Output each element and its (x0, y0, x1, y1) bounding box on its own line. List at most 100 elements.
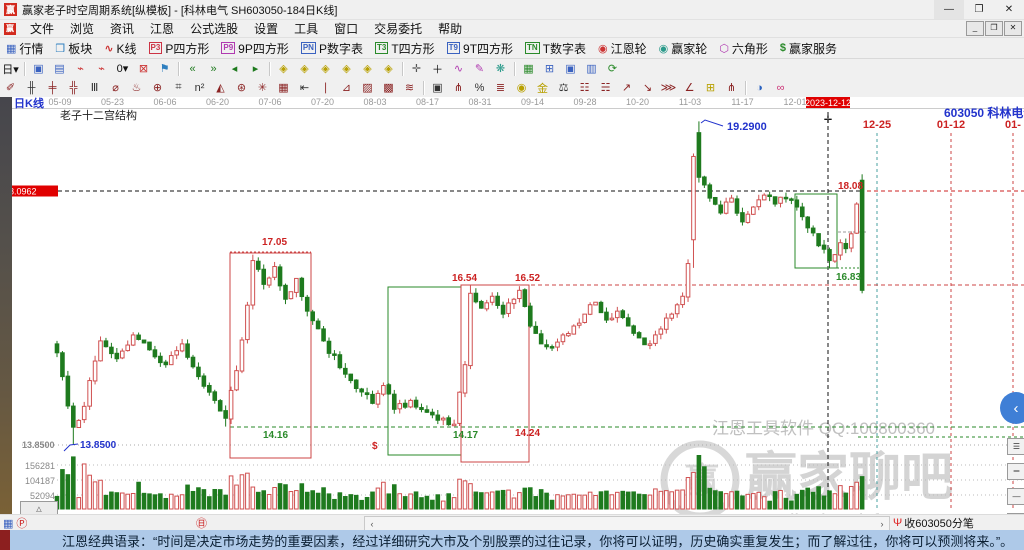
balance-icon[interactable]: ⚖ (554, 79, 573, 97)
bracket-icon[interactable]: ⇤ (295, 79, 314, 97)
toolbar-button-p-number-table[interactable]: PN P数字表 (297, 40, 367, 57)
pan-hand-icon[interactable]: ✛ (407, 60, 426, 78)
gann-diamond-1-icon[interactable]: ◈ (274, 60, 293, 78)
gann-diamond-5-icon[interactable]: ◈ (358, 60, 377, 78)
zoom-frame-icon[interactable]: ▣ (29, 60, 48, 78)
zigzag-icon[interactable]: ∿ (449, 60, 468, 78)
toolbar-button-t-square[interactable]: T3 T四方形 (371, 40, 439, 57)
menu-4[interactable]: 公式选股 (182, 21, 246, 37)
hot-icon[interactable]: ♨ (127, 79, 146, 97)
minimize-button[interactable]: — (934, 0, 964, 19)
trigram-a-icon[interactable]: ☷ (575, 79, 594, 97)
angle-down-icon[interactable]: ↘ (638, 79, 657, 97)
knot-icon[interactable]: ❋ (491, 60, 510, 78)
toolbar-button-sector-blocks[interactable]: ❒ 板块 (51, 40, 96, 57)
menu-1[interactable]: 浏览 (62, 21, 102, 37)
side-nav-back-button[interactable]: ‹ (1000, 392, 1024, 424)
scale-2-lines-button[interactable]: ＝ (1007, 463, 1024, 480)
hatch-b-icon[interactable]: ▩ (379, 79, 398, 97)
ruler-icon[interactable]: ⌗ (169, 79, 188, 97)
menu-3[interactable]: 江恩 (142, 21, 182, 37)
menu-2[interactable]: 资讯 (102, 21, 142, 37)
spiral-icon[interactable]: ⌀ (106, 79, 125, 97)
star-icon[interactable]: ✳ (253, 79, 272, 97)
percent-icon[interactable]: % (470, 79, 489, 97)
grid-gold-icon[interactable]: ⊞ (701, 79, 720, 97)
pencil-icon[interactable]: ✎ (470, 60, 489, 78)
yin-yang-icon[interactable]: ◑ (750, 79, 769, 97)
toolbar-button-hexagon[interactable]: ⬡ 六角形 (715, 40, 772, 57)
gold-icon[interactable]: 金 (533, 79, 552, 97)
gann-diamond-3-icon[interactable]: ◈ (316, 60, 335, 78)
scroll-left-button[interactable]: ‹ (365, 517, 379, 530)
horizontal-scrollbar[interactable]: ‹ › (364, 516, 890, 531)
toolbar-button-market-grid[interactable]: ▦ 行情 (2, 40, 47, 57)
gann-diamond-6-icon[interactable]: ◈ (379, 60, 398, 78)
hatch-a-icon[interactable]: ▨ (358, 79, 377, 97)
next-bar-icon[interactable]: ▸ (246, 60, 265, 78)
calendar-icon[interactable]: ▦ (519, 60, 538, 78)
toolbar-button-t-number-table[interactable]: TN T数字表 (521, 40, 590, 57)
speed-lines-icon[interactable]: ⋙ (659, 79, 678, 97)
grid-icon[interactable]: ▦ (3, 517, 13, 530)
gann-lines-icon[interactable]: Ⅲ (85, 79, 104, 97)
angle-icon[interactable]: ⊿ (337, 79, 356, 97)
menu-8[interactable]: 交易委托 (366, 21, 430, 37)
trend-b-icon[interactable]: ⌁ (92, 60, 111, 78)
period-day-dropdown[interactable]: 日▾ (1, 60, 20, 78)
pen-icon[interactable]: ✐ (1, 79, 20, 97)
export-icon[interactable]: ▥ (582, 60, 601, 78)
wedge-icon[interactable]: ∠ (680, 79, 699, 97)
levels-icon[interactable]: ≣ (491, 79, 510, 97)
toolbar-button-p-square[interactable]: P3 P四方形 (145, 40, 214, 57)
mid-seal-icon[interactable]: ㊐ (196, 515, 207, 531)
n2-icon[interactable]: n² (190, 79, 209, 97)
mdi-close-button[interactable]: ✕ (1004, 21, 1022, 36)
scroll-right-button[interactable]: › (875, 517, 889, 530)
close-button[interactable]: ✕ (994, 0, 1024, 19)
toolbar-button-service-dollar[interactable]: $ 赢家服务 (776, 40, 841, 57)
mdi-restore-button[interactable]: ❐ (985, 21, 1003, 36)
toolbar-button-winner-wheel[interactable]: ◉ 赢家轮 (655, 40, 712, 57)
report-icon[interactable]: ▤ (50, 60, 69, 78)
gann-box-icon[interactable]: ▣ (428, 79, 447, 97)
gann-grid-b-icon[interactable]: ╬ (64, 79, 83, 97)
mdi-minimize-button[interactable]: _ (966, 21, 984, 36)
toolbar-button-gann-wheel[interactable]: ◉ 江恩轮 (594, 40, 651, 57)
last-bar-icon[interactable]: » (204, 60, 223, 78)
triangle-icon[interactable]: ◭ (211, 79, 230, 97)
toolbar-button-nine-t-square[interactable]: T9 9T四方形 (443, 40, 517, 57)
scale-3-lines-button[interactable]: ☰ (1007, 438, 1024, 455)
refresh-icon[interactable]: ⟳ (603, 60, 622, 78)
scrollbar-track[interactable] (379, 517, 875, 530)
tick-feed-status[interactable]: Ψ 收603050分笔 (893, 515, 974, 531)
delete-box-icon[interactable]: ⊠ (134, 60, 153, 78)
toolbar-button-kline[interactable]: ∿ K线 (100, 40, 140, 57)
gann-bars-icon[interactable]: ╫ (22, 79, 41, 97)
grid-dense-icon[interactable]: ▦ (274, 79, 293, 97)
scale-1-line-button[interactable]: — (1007, 488, 1024, 505)
wheel-small-icon[interactable]: ⊕ (148, 79, 167, 97)
crosshair-icon[interactable]: ＋ (428, 60, 447, 78)
menu-5[interactable]: 设置 (246, 21, 286, 37)
menu-9[interactable]: 帮助 (430, 21, 470, 37)
vline-icon[interactable]: ∣ (316, 79, 335, 97)
infinity-icon[interactable]: ∞ (771, 79, 790, 97)
waves-icon[interactable]: ≋ (400, 79, 419, 97)
zero-dropdown[interactable]: 0▾ (113, 60, 132, 78)
seal-icon[interactable]: Ⓟ (16, 515, 27, 531)
first-bar-icon[interactable]: « (183, 60, 202, 78)
trigram-b-icon[interactable]: ☵ (596, 79, 615, 97)
angle-up-icon[interactable]: ↗ (617, 79, 636, 97)
gann-diamond-2-icon[interactable]: ◈ (295, 60, 314, 78)
calculator-icon[interactable]: ⊞ (540, 60, 559, 78)
fan-icon[interactable]: ⋔ (449, 79, 468, 97)
gann-diamond-4-icon[interactable]: ◈ (337, 60, 356, 78)
chart-panel[interactable]: 赢赢家聊吧江恩工具软件 QQ:100800360liaoba.yjcf8.com… (0, 96, 1024, 533)
target-icon[interactable]: ⊛ (232, 79, 251, 97)
prev-bar-icon[interactable]: ◂ (225, 60, 244, 78)
save-icon[interactable]: ▣ (561, 60, 580, 78)
toolbar-button-nine-p-square[interactable]: P9 9P四方形 (217, 40, 292, 57)
gann-grid-a-icon[interactable]: ╪ (43, 79, 62, 97)
menu-6[interactable]: 工具 (286, 21, 326, 37)
